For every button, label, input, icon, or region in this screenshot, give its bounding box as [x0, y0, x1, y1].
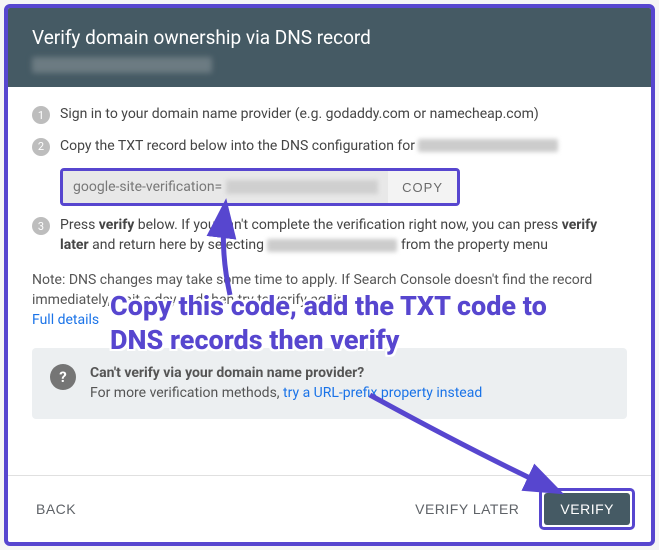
step-1-text: Sign in to your domain name provider (e.…: [60, 105, 627, 125]
modal-footer: BACK VERIFY LATER VERIFY: [8, 475, 651, 542]
redacted-domain-inline: [418, 139, 558, 152]
verify-domain-modal: Verify domain ownership via DNS record 1…: [4, 4, 655, 546]
dns-note: Note: DNS changes may take some time to …: [32, 271, 627, 330]
verify-later-button[interactable]: VERIFY LATER: [403, 493, 531, 525]
modal-title: Verify domain ownership via DNS record: [32, 26, 627, 49]
step-3: 3 Press verify below. If you can't compl…: [32, 216, 627, 255]
modal-header: Verify domain ownership via DNS record: [8, 8, 651, 87]
redacted-txt-suffix: [226, 180, 378, 194]
url-prefix-link[interactable]: try a URL-prefix property instead: [283, 385, 482, 401]
step-2: 2 Copy the TXT record below into the DNS…: [32, 137, 627, 157]
alt-title: Can't verify via your domain name provid…: [90, 365, 364, 381]
verify-button[interactable]: VERIFY: [544, 493, 630, 525]
question-icon: ?: [50, 364, 76, 390]
step-2-text: Copy the TXT record below into the DNS c…: [60, 137, 627, 157]
modal-body: 1 Sign in to your domain name provider (…: [8, 87, 651, 475]
alternative-method-box: ? Can't verify via your domain name prov…: [32, 348, 627, 419]
back-button[interactable]: BACK: [24, 493, 88, 525]
step-number-2: 2: [32, 138, 50, 156]
copy-button[interactable]: COPY: [388, 171, 457, 203]
txt-record-box: google-site-verification= COPY: [60, 168, 460, 206]
verify-button-highlight: VERIFY: [539, 488, 635, 530]
txt-record-value[interactable]: google-site-verification=: [63, 171, 388, 203]
redacted-property: [267, 239, 397, 252]
step-1: 1 Sign in to your domain name provider (…: [32, 105, 627, 125]
redacted-domain: [32, 57, 212, 73]
step-3-text: Press verify below. If you can't complet…: [60, 216, 627, 255]
step-number-1: 1: [32, 106, 50, 124]
step-number-3: 3: [32, 217, 50, 235]
full-details-link[interactable]: Full details: [32, 312, 99, 328]
